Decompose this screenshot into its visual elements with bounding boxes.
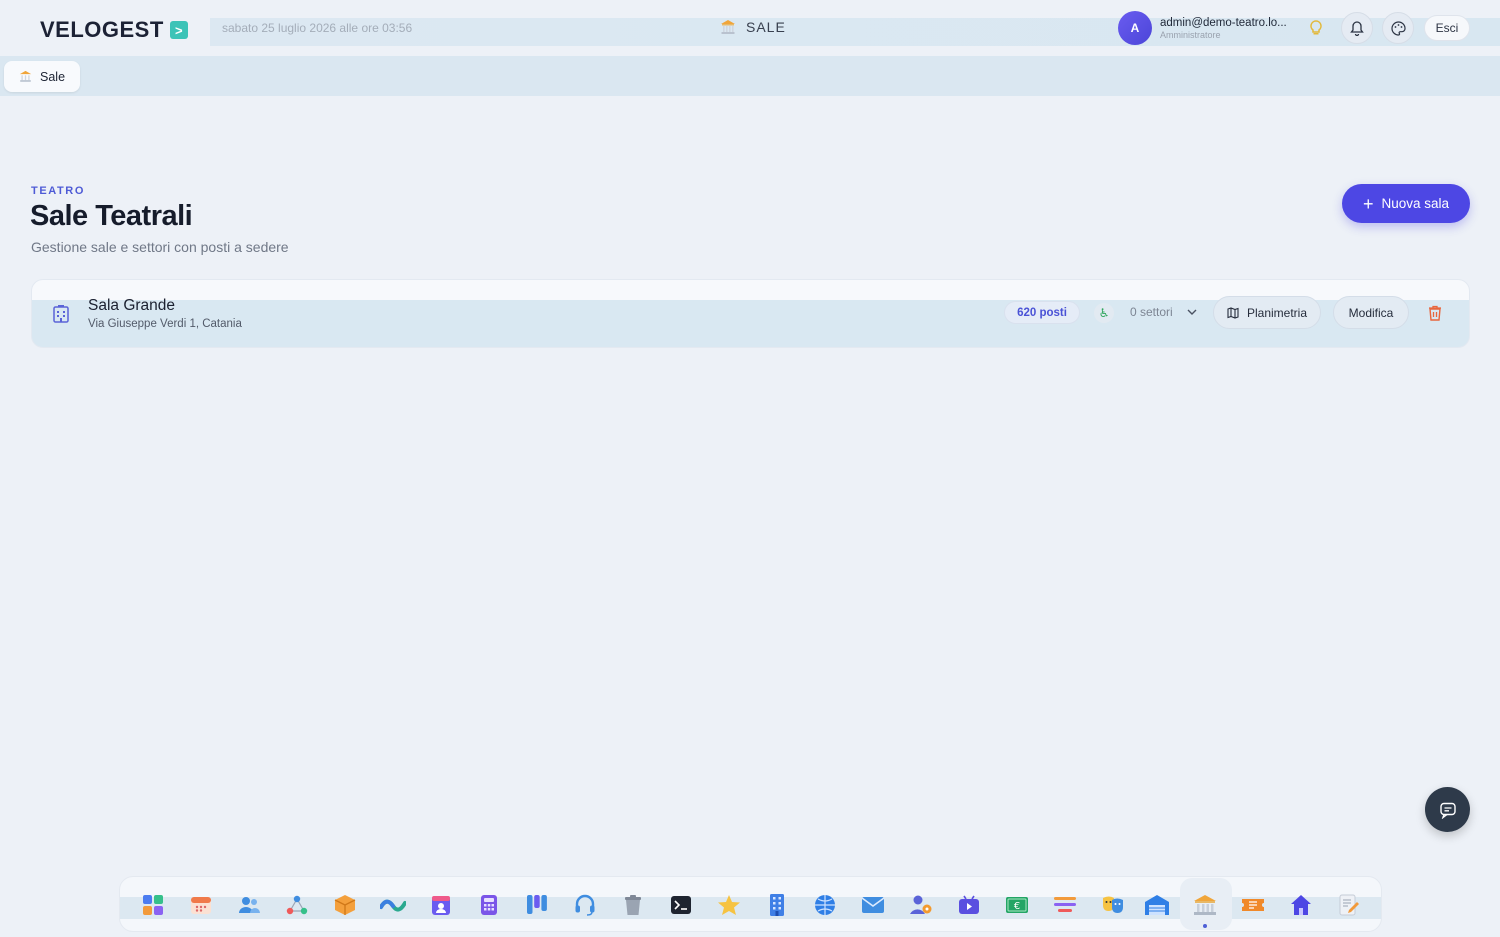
terminal-icon[interactable] xyxy=(665,889,697,921)
calculator-icon[interactable] xyxy=(473,889,505,921)
accessibility-icon: ♿ xyxy=(1094,303,1114,323)
page-subtitle: Gestione sale e settori con posti a sede… xyxy=(31,239,289,255)
svg-text:€: € xyxy=(1014,901,1020,912)
globe-icon[interactable] xyxy=(809,889,841,921)
list-icon[interactable] xyxy=(1049,889,1081,921)
star-icon[interactable] xyxy=(713,889,745,921)
kanban-icon[interactable] xyxy=(521,889,553,921)
section-title: SALE xyxy=(720,19,786,35)
chat-icon xyxy=(1439,802,1456,819)
hall-address: Via Giuseppe Verdi 1, Catania xyxy=(88,318,242,330)
hall-name: Sala Grande xyxy=(88,297,176,314)
bell-icon[interactable] xyxy=(1341,12,1373,44)
user-email: admin@demo-teatro.lo... xyxy=(1160,17,1287,29)
ticket-icon[interactable] xyxy=(1237,889,1269,921)
logout-button[interactable]: Esci xyxy=(1424,15,1470,41)
temple-dock-icon[interactable] xyxy=(1189,889,1221,921)
building-icon xyxy=(53,305,69,323)
avatar: A xyxy=(1118,11,1152,45)
app-logo[interactable]: VELOGEST > xyxy=(40,17,188,43)
map-icon xyxy=(1227,306,1239,319)
palette-icon[interactable] xyxy=(1382,12,1414,44)
badge-icon[interactable] xyxy=(425,889,457,921)
chat-button[interactable] xyxy=(1425,787,1470,832)
dashboard-icon[interactable] xyxy=(137,889,169,921)
theater-masks-icon[interactable] xyxy=(1097,889,1129,921)
video-icon[interactable] xyxy=(953,889,985,921)
current-datetime: sabato 25 luglio 2026 alle ore 03:56 xyxy=(222,21,413,35)
user-role: Amministratore xyxy=(1160,30,1221,40)
floorplan-button[interactable]: Planimetria xyxy=(1213,296,1321,329)
warehouse-icon[interactable] xyxy=(1141,889,1173,921)
new-hall-label: Nuova sala xyxy=(1381,196,1450,211)
money-icon[interactable]: € xyxy=(1001,889,1033,921)
new-hall-button[interactable]: + Nuova sala xyxy=(1342,184,1470,223)
user-menu[interactable]: A admin@demo-teatro.lo... Amministratore xyxy=(1118,11,1287,45)
temple-icon xyxy=(19,70,32,82)
tab-bar xyxy=(0,56,1500,96)
trash-icon[interactable] xyxy=(1426,304,1444,322)
dock-active-dot xyxy=(1203,924,1207,928)
network-icon[interactable] xyxy=(281,889,313,921)
sectors-count: 0 settori xyxy=(1130,305,1173,319)
top-header: VELOGEST > sabato 25 luglio 2026 alle or… xyxy=(0,0,1500,56)
mail-icon[interactable] xyxy=(857,889,889,921)
logo-arrow-icon: > xyxy=(169,21,188,39)
building-dock-icon[interactable] xyxy=(761,889,793,921)
home-icon[interactable] xyxy=(1285,889,1317,921)
headset-icon[interactable] xyxy=(569,889,601,921)
section-title-text: SALE xyxy=(746,19,786,35)
edit-doc-icon[interactable] xyxy=(1333,889,1365,921)
lightbulb-icon[interactable] xyxy=(1300,12,1332,44)
box-icon[interactable] xyxy=(329,889,361,921)
users-icon[interactable] xyxy=(233,889,265,921)
plus-icon: + xyxy=(1362,193,1374,214)
trash-bin-icon[interactable] xyxy=(617,889,649,921)
chevron-down-icon xyxy=(1187,309,1197,315)
logo-text: VELOGEST xyxy=(40,17,164,42)
floorplan-label: Planimetria xyxy=(1246,305,1308,320)
user-settings-icon[interactable] xyxy=(905,889,937,921)
wave-icon[interactable] xyxy=(377,889,409,921)
sectors-toggle[interactable]: 0 settori xyxy=(1130,305,1197,319)
tab-label: Sale xyxy=(40,69,66,84)
page-title: Sale Teatrali xyxy=(30,200,193,232)
page-eyebrow: TEATRO xyxy=(31,185,86,197)
seats-badge: 620 posti xyxy=(1004,301,1080,324)
temple-icon xyxy=(721,20,735,34)
tab-sale[interactable]: Sale xyxy=(4,61,80,92)
edit-button[interactable]: Modifica xyxy=(1333,296,1409,329)
calendar-icon[interactable] xyxy=(185,889,217,921)
